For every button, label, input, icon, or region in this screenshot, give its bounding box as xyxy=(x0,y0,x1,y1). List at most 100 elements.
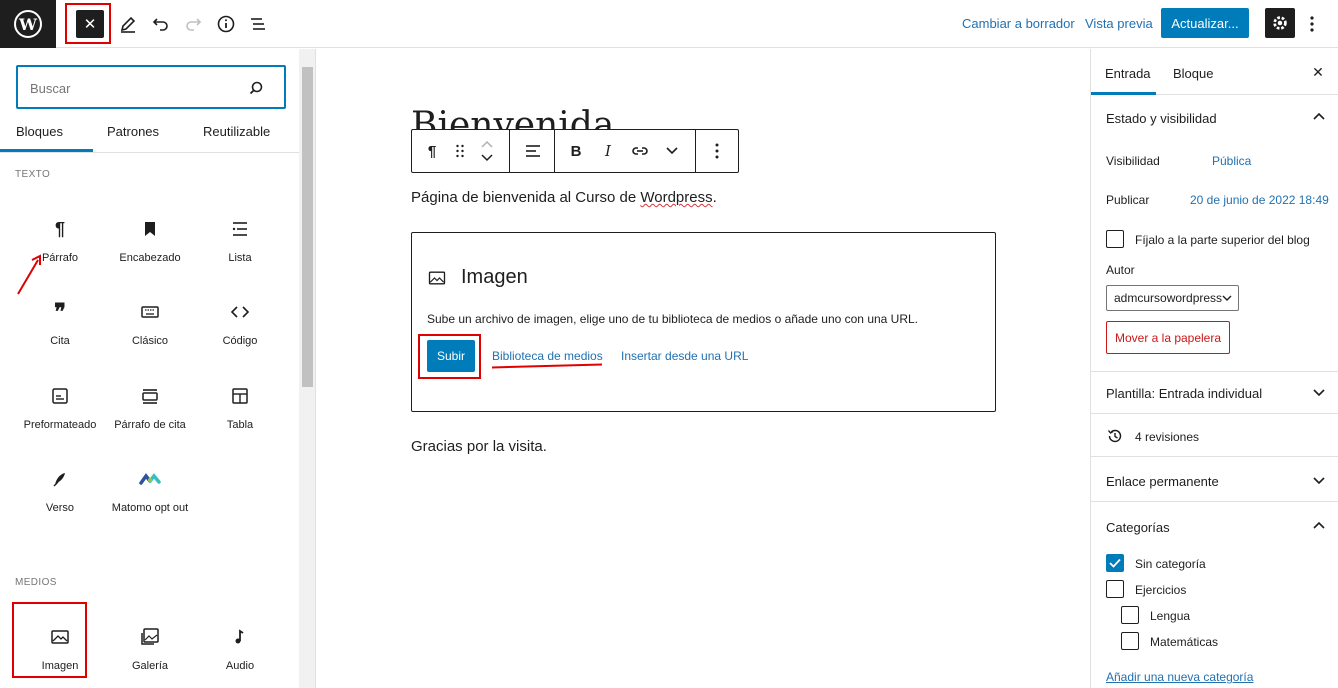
block-gallery[interactable]: Galería xyxy=(105,625,195,688)
bold-icon: B xyxy=(570,142,582,160)
category-label-text: TEXTO xyxy=(15,169,51,180)
chevron-up-icon[interactable] xyxy=(1311,518,1327,534)
active-tab-indicator xyxy=(0,149,93,152)
italic-button[interactable]: I xyxy=(594,130,622,172)
misspelled-word: Wordpress xyxy=(640,189,713,206)
block-matomo-opt-out[interactable]: Matomo opt out xyxy=(105,467,195,537)
block-verse[interactable]: Verso xyxy=(15,467,105,537)
categories-panel-header[interactable]: Categorías xyxy=(1106,520,1170,535)
list-view-button[interactable] xyxy=(246,12,270,36)
undo-button[interactable] xyxy=(149,12,173,36)
block-classic[interactable]: Clásico xyxy=(105,300,195,370)
chevron-up-down-icon xyxy=(481,140,493,162)
close-icon: ✕ xyxy=(1312,63,1324,80)
link-button[interactable] xyxy=(626,130,654,172)
category-checkbox-sin-categoria[interactable] xyxy=(1106,554,1124,572)
annotation-box-image-block xyxy=(12,602,87,678)
drag-handle[interactable] xyxy=(450,130,470,172)
tab-reusable[interactable]: Reutilizable xyxy=(203,124,270,139)
block-options-button[interactable] xyxy=(704,130,730,172)
block-label: Audio xyxy=(225,660,255,672)
add-new-category-link[interactable]: Añadir una nueva categoría xyxy=(1106,670,1253,684)
publish-date-toggle[interactable]: 20 de junio de 2022 18:49 xyxy=(1190,193,1329,207)
chevron-up-icon[interactable] xyxy=(1311,109,1327,125)
move-up-down-buttons[interactable] xyxy=(476,130,498,172)
revisions-link[interactable]: 4 revisiones xyxy=(1135,430,1199,444)
tab-patterns[interactable]: Patrones xyxy=(107,124,159,139)
history-icon xyxy=(1107,429,1122,443)
tab-blocks[interactable]: Bloques xyxy=(16,124,63,139)
block-table[interactable]: Tabla xyxy=(195,384,285,454)
permalink-panel-header[interactable]: Enlace permanente xyxy=(1106,474,1219,489)
active-tab-indicator xyxy=(1091,92,1156,95)
toolbar-divider xyxy=(509,130,510,172)
bold-button[interactable]: B xyxy=(562,130,590,172)
pullquote-icon xyxy=(142,389,158,404)
visibility-toggle[interactable]: Pública xyxy=(1212,154,1251,168)
template-panel-header[interactable]: Plantilla: Entrada individual xyxy=(1106,386,1262,401)
inserter-scrollbar-thumb[interactable] xyxy=(302,67,313,387)
block-pullquote[interactable]: Párrafo de cita xyxy=(105,384,195,454)
check-icon xyxy=(1109,558,1121,568)
inserter-search-input[interactable] xyxy=(30,79,240,97)
annotation-box-close-button xyxy=(65,3,111,44)
update-button[interactable]: Actualizar... xyxy=(1161,8,1249,38)
author-select[interactable]: admcursowordpress xyxy=(1106,285,1239,311)
move-to-trash-button[interactable]: Mover a la papelera xyxy=(1106,321,1230,354)
tab-post[interactable]: Entrada xyxy=(1105,66,1151,81)
switch-to-draft-button[interactable]: Cambiar a borrador xyxy=(962,16,1075,31)
image-block-placeholder[interactable]: Imagen Sube un archivo de imagen, elige … xyxy=(411,232,996,412)
sticky-label: Fíjalo a la parte superior del blog xyxy=(1135,233,1310,247)
chevron-down-icon[interactable] xyxy=(1311,384,1327,400)
publish-label: Publicar xyxy=(1106,193,1150,207)
status-visibility-panel-header[interactable]: Estado y visibilidad xyxy=(1106,111,1217,126)
category-label: Lengua xyxy=(1150,609,1191,623)
block-heading[interactable]: Encabezado xyxy=(105,217,195,287)
block-quote[interactable]: ❞ Cita xyxy=(15,299,105,370)
gear-icon xyxy=(1273,16,1287,30)
details-button[interactable] xyxy=(214,12,238,36)
editor-header: W ✕ Cambiar a borrador Vista previa Actu… xyxy=(0,0,1338,48)
block-preformatted[interactable]: Preformateado xyxy=(15,384,105,454)
wordpress-logo-button[interactable]: W xyxy=(0,0,56,48)
author-label: Autor xyxy=(1106,263,1135,277)
pilcrow-icon: ¶ xyxy=(427,142,437,160)
chevron-down-icon xyxy=(1222,295,1232,301)
media-library-button[interactable]: Biblioteca de medios xyxy=(492,349,603,363)
block-label: Cita xyxy=(50,335,70,347)
chevron-down-icon[interactable] xyxy=(1311,472,1327,488)
gallery-icon xyxy=(141,628,159,645)
category-label-media: MEDIOS xyxy=(15,577,57,588)
align-button[interactable] xyxy=(519,130,547,172)
chevron-down-icon xyxy=(666,147,678,155)
block-code[interactable]: Código xyxy=(195,300,285,370)
wordpress-logo-icon: W xyxy=(14,10,42,38)
more-rich-text-button[interactable] xyxy=(658,130,686,172)
category-checkbox-ejercicios[interactable] xyxy=(1106,580,1124,598)
block-list[interactable]: Lista xyxy=(195,217,285,287)
options-button[interactable] xyxy=(1302,12,1322,36)
block-audio[interactable]: Audio xyxy=(195,625,285,688)
sticky-checkbox[interactable] xyxy=(1106,230,1124,248)
tab-block[interactable]: Bloque xyxy=(1173,66,1213,81)
block-label: Verso xyxy=(45,502,75,514)
image-block-instructions: Sube un archivo de imagen, elige uno de … xyxy=(427,312,919,326)
toolbar-divider xyxy=(695,130,696,172)
close-sidebar-button[interactable]: ✕ xyxy=(1309,63,1327,81)
tools-button[interactable] xyxy=(116,12,140,36)
category-label: Sin categoría xyxy=(1135,557,1206,571)
paragraph-block-welcome[interactable]: Página de bienvenida al Curso de Wordpre… xyxy=(411,189,717,206)
drag-handle-icon xyxy=(456,144,464,158)
category-checkbox-lengua[interactable] xyxy=(1121,606,1139,624)
paragraph-transform-button[interactable]: ¶ xyxy=(418,130,446,172)
paragraph-block-thanks[interactable]: Gracias por la visita. xyxy=(411,438,547,455)
category-checkbox-matematicas[interactable] xyxy=(1121,632,1139,650)
table-icon xyxy=(232,388,248,404)
block-label: Tabla xyxy=(226,419,254,431)
settings-button[interactable] xyxy=(1265,8,1295,38)
preview-button[interactable]: Vista previa xyxy=(1085,16,1153,31)
block-label: Párrafo de cita xyxy=(114,419,186,431)
audio-icon xyxy=(235,629,244,644)
redo-button[interactable] xyxy=(181,12,205,36)
insert-from-url-button[interactable]: Insertar desde una URL xyxy=(621,349,748,363)
